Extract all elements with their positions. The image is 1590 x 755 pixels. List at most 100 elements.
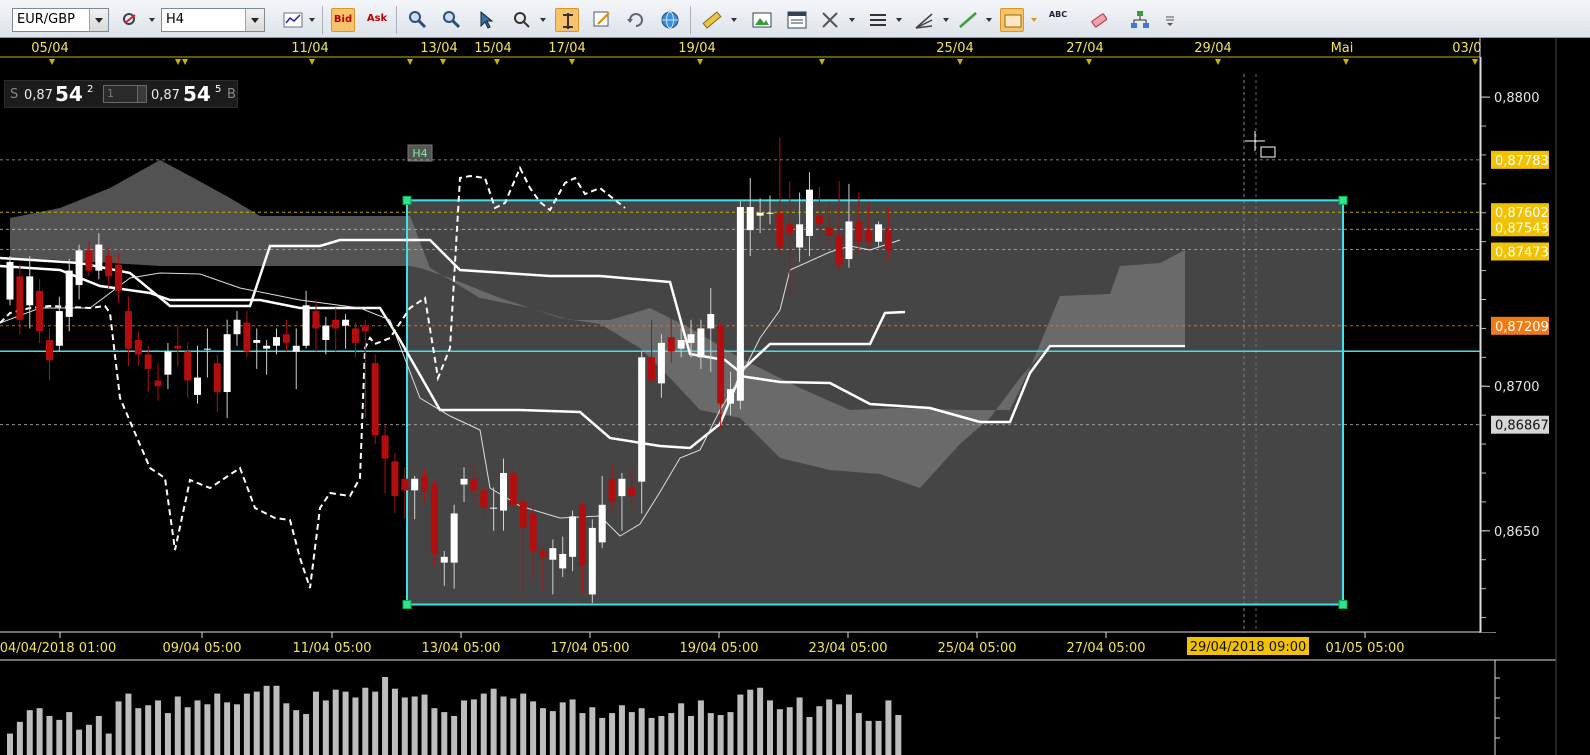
image-icon[interactable] (750, 8, 774, 32)
chevron-down-icon[interactable] (849, 18, 855, 22)
chevron-down-icon[interactable] (731, 18, 737, 22)
fan-icon[interactable] (912, 8, 936, 32)
candle-body[interactable] (815, 215, 823, 225)
candle-body[interactable] (55, 311, 63, 346)
quantity-stepper[interactable]: 1 (103, 85, 147, 103)
refresh-icon[interactable] (624, 8, 648, 32)
candle-body[interactable] (312, 311, 320, 329)
zoom-out-icon[interactable] (440, 8, 464, 32)
bid-button[interactable]: Bid (331, 8, 355, 32)
chevron-down-icon[interactable] (149, 18, 155, 22)
candle-body[interactable] (608, 478, 616, 502)
candle-body[interactable] (727, 389, 735, 404)
candle-body[interactable] (509, 472, 517, 505)
candle-body[interactable] (233, 319, 241, 335)
candle-body[interactable] (95, 244, 103, 271)
candle-body[interactable] (657, 342, 665, 384)
candle-body[interactable] (500, 472, 507, 511)
rectangle-handle[interactable] (1338, 600, 1348, 610)
candle-body[interactable] (272, 337, 280, 346)
cursor-icon[interactable] (474, 8, 498, 32)
note-icon[interactable] (590, 8, 614, 32)
eraser-icon[interactable] (1087, 8, 1111, 32)
candle-body[interactable] (756, 212, 764, 216)
h4-rectangle[interactable] (406, 199, 1344, 606)
ask-button[interactable]: Ask (365, 8, 389, 32)
candle-body[interactable] (134, 339, 142, 355)
candle-body[interactable] (717, 325, 725, 404)
candle-body[interactable] (687, 334, 695, 343)
candle-body[interactable] (805, 189, 813, 236)
candle-body[interactable] (85, 250, 93, 271)
candle-body[interactable] (430, 484, 438, 554)
candle-body[interactable] (144, 354, 152, 369)
candle-body[interactable] (766, 212, 774, 214)
candle-body[interactable] (776, 212, 784, 248)
candle-body[interactable] (450, 513, 458, 563)
candle-body[interactable] (184, 351, 192, 381)
stepper-arrows-icon[interactable] (137, 86, 146, 102)
candle-body[interactable] (401, 478, 409, 491)
chevron-down-icon[interactable] (540, 18, 546, 22)
candle-body[interactable] (351, 328, 359, 343)
magnify-icon[interactable] (510, 8, 534, 32)
candle-body[interactable] (154, 380, 162, 387)
candle-body[interactable] (529, 513, 537, 552)
candle-body[interactable] (618, 478, 626, 497)
indicator-remove-icon[interactable] (118, 8, 142, 32)
candle-body[interactable] (667, 337, 675, 352)
chevron-down-icon[interactable] (896, 18, 902, 22)
candle-body[interactable] (845, 221, 853, 260)
candle-body[interactable] (549, 548, 557, 560)
rectangle-handle[interactable] (402, 195, 412, 205)
candle-body[interactable] (174, 345, 182, 349)
price-chart[interactable]: 05/04 11/04 13/04 15/04 17/04 19/04 25/04 27/04… (0, 38, 1590, 755)
text-tool-button[interactable]: ABC (1046, 8, 1070, 32)
candle-body[interactable] (194, 377, 202, 395)
chevron-down-icon[interactable] (986, 18, 992, 22)
candle-body[interactable] (855, 221, 863, 242)
lines-icon[interactable] (866, 8, 890, 32)
candle-body[interactable] (628, 487, 636, 497)
chevron-down-icon[interactable] (943, 18, 949, 22)
candle-body[interactable] (243, 322, 251, 352)
trendline-icon[interactable] (956, 8, 980, 32)
candle-body[interactable] (75, 250, 83, 286)
candle-body[interactable] (460, 478, 468, 485)
candle-body[interactable] (707, 313, 715, 329)
candle-body[interactable] (213, 363, 221, 393)
candle-body[interactable] (292, 345, 300, 352)
candle-body[interactable] (569, 516, 577, 557)
candle-body[interactable] (559, 553, 567, 569)
candle-body[interactable] (786, 224, 794, 234)
candle-body[interactable] (391, 461, 399, 497)
candle-body[interactable] (223, 334, 231, 393)
candle-body[interactable] (875, 224, 883, 242)
candle-body[interactable] (282, 334, 290, 343)
candle-body[interactable] (16, 276, 24, 320)
candle-body[interactable] (124, 311, 132, 349)
instrument-select[interactable]: EUR/GBP (12, 8, 109, 32)
candle-body[interactable] (26, 276, 34, 306)
candle-body[interactable] (519, 501, 527, 528)
chevron-down-icon[interactable] (1031, 18, 1037, 22)
hierarchy-icon[interactable] (1128, 8, 1152, 32)
candle-body[interactable] (342, 319, 350, 326)
window-icon[interactable] (785, 8, 809, 32)
rectangle-handle[interactable] (1338, 195, 1348, 205)
zoom-in-icon[interactable] (406, 8, 430, 32)
candle-body[interactable] (371, 363, 379, 436)
tools-icon[interactable] (818, 8, 842, 32)
candle-body[interactable] (736, 206, 744, 401)
candle-body[interactable] (381, 435, 389, 459)
candle-body[interactable] (65, 270, 73, 317)
candle-body[interactable] (865, 230, 873, 242)
sell-price-big[interactable]: 54 (55, 82, 83, 106)
candle-body[interactable] (480, 490, 488, 508)
candle-body[interactable] (115, 264, 123, 291)
rectangle-handle[interactable] (402, 600, 412, 610)
candle-body[interactable] (746, 206, 754, 231)
buy-price-big[interactable]: 54 (183, 82, 211, 106)
globe-icon[interactable] (658, 8, 682, 32)
candle-body[interactable] (361, 325, 369, 332)
